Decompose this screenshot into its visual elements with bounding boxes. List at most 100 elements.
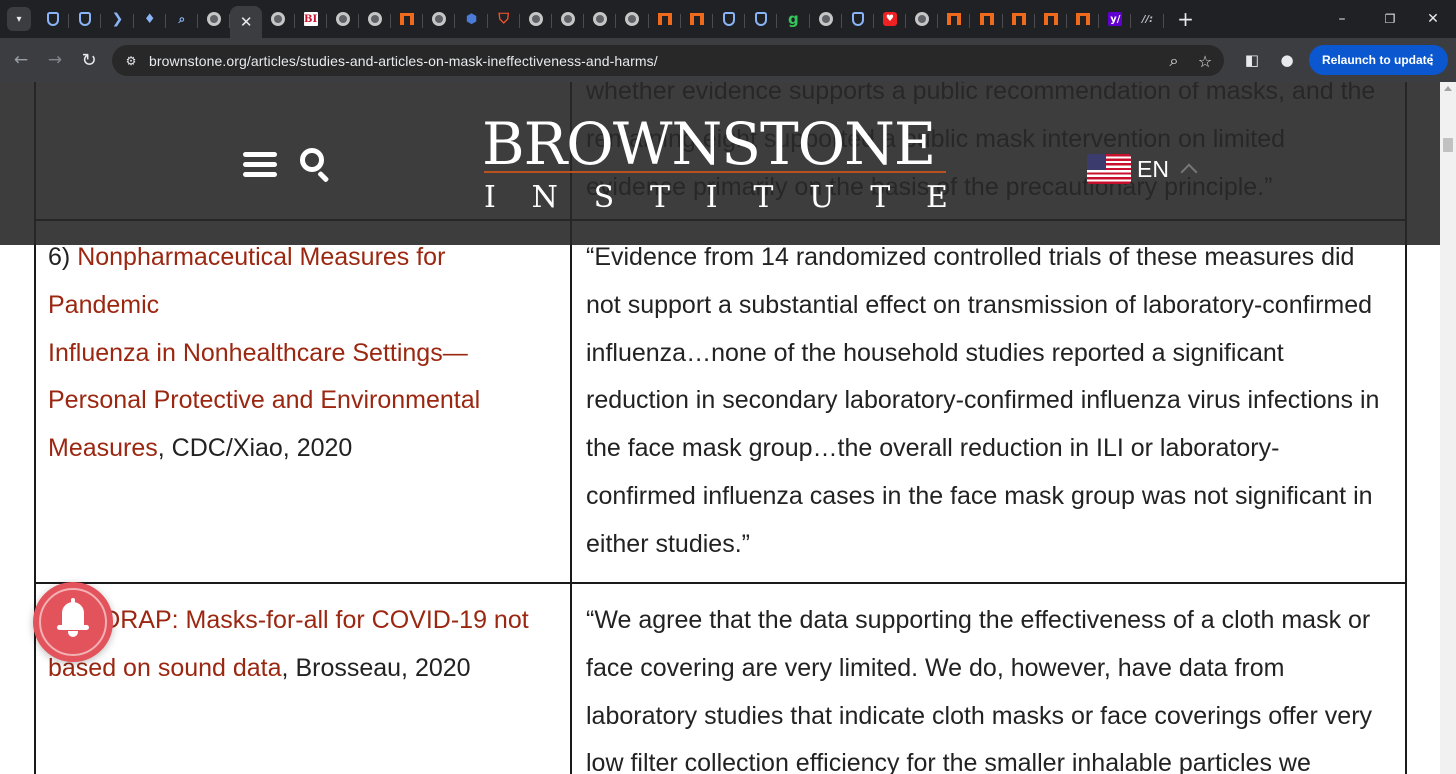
tab[interactable]: ♦ bbox=[134, 4, 166, 34]
relaunch-to-update-button[interactable]: Relaunch to update ⋮ bbox=[1309, 45, 1448, 75]
bell-icon bbox=[55, 598, 91, 638]
tab[interactable] bbox=[359, 4, 392, 34]
restore-button[interactable]: ❐ bbox=[1367, 0, 1413, 38]
search-icon[interactable] bbox=[300, 148, 334, 183]
magnifier-icon: ⌕ bbox=[178, 11, 186, 26]
quote-line: face covering are very limited. We do, h… bbox=[586, 653, 1285, 682]
notification-bell-button[interactable] bbox=[33, 582, 113, 662]
tab[interactable]: ❯ bbox=[101, 4, 134, 34]
close-icon[interactable]: ✕ bbox=[239, 13, 253, 31]
tab[interactable] bbox=[552, 4, 585, 34]
tab[interactable] bbox=[681, 4, 714, 34]
back-button[interactable]: ← bbox=[4, 43, 38, 77]
side-panel-icon[interactable]: ◧ bbox=[1239, 43, 1265, 77]
site-info-icon[interactable]: ⚙ bbox=[120, 50, 142, 72]
tab[interactable] bbox=[198, 4, 231, 34]
quote-line: “We agree that the data supporting the e… bbox=[586, 606, 1371, 634]
zoom-icon[interactable]: ⌕ bbox=[1162, 49, 1186, 73]
row-divider bbox=[34, 582, 1407, 584]
bookmark-star-icon[interactable]: ☆ bbox=[1193, 49, 1217, 73]
address-bar[interactable]: ⚙ brownstone.org/articles/studies-and-ar… bbox=[112, 45, 1224, 76]
arrow-left-icon: ← bbox=[13, 50, 29, 70]
minimize-button[interactable]: – bbox=[1319, 0, 1365, 38]
language-code: EN bbox=[1137, 155, 1169, 182]
tab[interactable] bbox=[810, 4, 842, 34]
logo-subtitle-letter: I bbox=[484, 180, 496, 215]
globe-icon bbox=[528, 12, 543, 26]
bookmark-orange-icon bbox=[979, 13, 994, 25]
row-7-quote: “We agree that the data supporting the e… bbox=[586, 597, 1398, 774]
reference-link-line[interactable]: Nonpharmaceutical Measures for Pandemic bbox=[48, 243, 445, 319]
shield-icon bbox=[79, 12, 92, 26]
forward-button[interactable]: → bbox=[38, 43, 72, 77]
tab[interactable]: ♥ bbox=[874, 4, 907, 34]
new-tab-button[interactable]: + bbox=[1176, 7, 1196, 31]
tab[interactable] bbox=[1067, 4, 1100, 34]
tab[interactable] bbox=[938, 4, 971, 34]
reference-link-line[interactable]: Influenza in Nonhealthcare Settings— bbox=[48, 339, 468, 367]
reload-icon: ↻ bbox=[81, 49, 97, 71]
tab[interactable] bbox=[423, 4, 456, 34]
logo-subtitle-letter: N bbox=[531, 180, 558, 215]
tab[interactable] bbox=[584, 4, 617, 34]
reference-link-line[interactable]: Measures bbox=[48, 434, 158, 462]
page-scrollbar[interactable] bbox=[1440, 82, 1456, 774]
more-menu-icon[interactable]: ⋮ bbox=[1425, 52, 1438, 68]
tab[interactable] bbox=[970, 4, 1003, 34]
tab[interactable] bbox=[713, 4, 746, 34]
tab[interactable] bbox=[1003, 4, 1036, 34]
tab[interactable] bbox=[69, 4, 102, 34]
url-text[interactable]: brownstone.org/articles/studies-and-arti… bbox=[149, 53, 658, 69]
tab[interactable]: g bbox=[777, 4, 810, 34]
globe-icon bbox=[367, 12, 382, 26]
reference-link-line[interactable]: CIDRAP: Masks-for-all for COVID-19 not bbox=[77, 606, 529, 634]
chevron-up-icon bbox=[1180, 163, 1198, 181]
tab[interactable] bbox=[391, 4, 424, 34]
scrollbar-thumb[interactable] bbox=[1443, 138, 1453, 152]
tab[interactable] bbox=[745, 4, 778, 34]
tab[interactable] bbox=[327, 4, 360, 34]
logo-subtitle[interactable]: INSTITUTE bbox=[484, 180, 954, 216]
reference-link-line[interactable]: Personal Protective and Environmental bbox=[48, 386, 480, 414]
tab[interactable]: y/ bbox=[1099, 4, 1132, 34]
language-selector[interactable]: EN bbox=[1087, 154, 1198, 184]
quote-line: the face mask group…the overall reductio… bbox=[586, 434, 1280, 463]
page-viewport: whether evidence supports a public recom… bbox=[0, 82, 1440, 774]
bookmark-orange-icon bbox=[1076, 13, 1091, 25]
tab[interactable]: ⬢ bbox=[455, 4, 488, 34]
quote-line: confirmed influenza cases in the face ma… bbox=[586, 481, 1373, 510]
slash-icon: //: bbox=[1141, 13, 1154, 25]
logo-title[interactable]: BROWNSTONE bbox=[482, 112, 952, 176]
shield-icon bbox=[47, 12, 60, 26]
hamburger-menu-icon[interactable] bbox=[243, 152, 277, 178]
quote-line: laboratory studies that indicate cloth m… bbox=[586, 701, 1373, 730]
tab[interactable]: ⌕ bbox=[166, 4, 199, 34]
tab-strip: ▾ ❯ ♦ ⌕ ✕ BI ⬢ ⛉ g ♥ y/ //: + bbox=[0, 0, 1456, 38]
row-7-reference: 7) CIDRAP: Masks-for-all for COVID-19 no… bbox=[48, 597, 563, 693]
tab[interactable] bbox=[37, 4, 70, 34]
row-number: 6) bbox=[48, 243, 78, 271]
quote-line: not support a substantial effect on tran… bbox=[586, 290, 1373, 319]
globe-icon bbox=[335, 12, 350, 26]
globe-icon bbox=[432, 12, 447, 26]
tab[interactable] bbox=[649, 4, 681, 34]
profile-icon[interactable]: ● bbox=[1274, 43, 1300, 77]
close-window-button[interactable]: ✕ bbox=[1410, 0, 1456, 38]
tab[interactable] bbox=[262, 4, 295, 34]
shield-icon bbox=[723, 12, 736, 26]
tab[interactable] bbox=[520, 4, 553, 34]
tab[interactable]: ⛉ bbox=[488, 4, 521, 34]
tab[interactable]: BI bbox=[295, 4, 327, 34]
reload-button[interactable]: ↻ bbox=[72, 43, 106, 77]
cube-icon: ⬢ bbox=[465, 11, 478, 27]
tab[interactable] bbox=[1035, 4, 1068, 34]
reference-link[interactable]: Nonpharmaceutical Measures for Pandemic I… bbox=[48, 243, 480, 462]
tab-search-button[interactable]: ▾ bbox=[7, 7, 31, 31]
tab[interactable] bbox=[906, 4, 939, 34]
tab[interactable] bbox=[616, 4, 649, 34]
tab[interactable]: //: bbox=[1131, 4, 1164, 34]
scroll-up-arrow-icon[interactable] bbox=[1444, 86, 1452, 91]
tab[interactable] bbox=[842, 4, 875, 34]
tab-active[interactable]: ✕ bbox=[230, 6, 263, 38]
globe-icon bbox=[915, 12, 930, 26]
